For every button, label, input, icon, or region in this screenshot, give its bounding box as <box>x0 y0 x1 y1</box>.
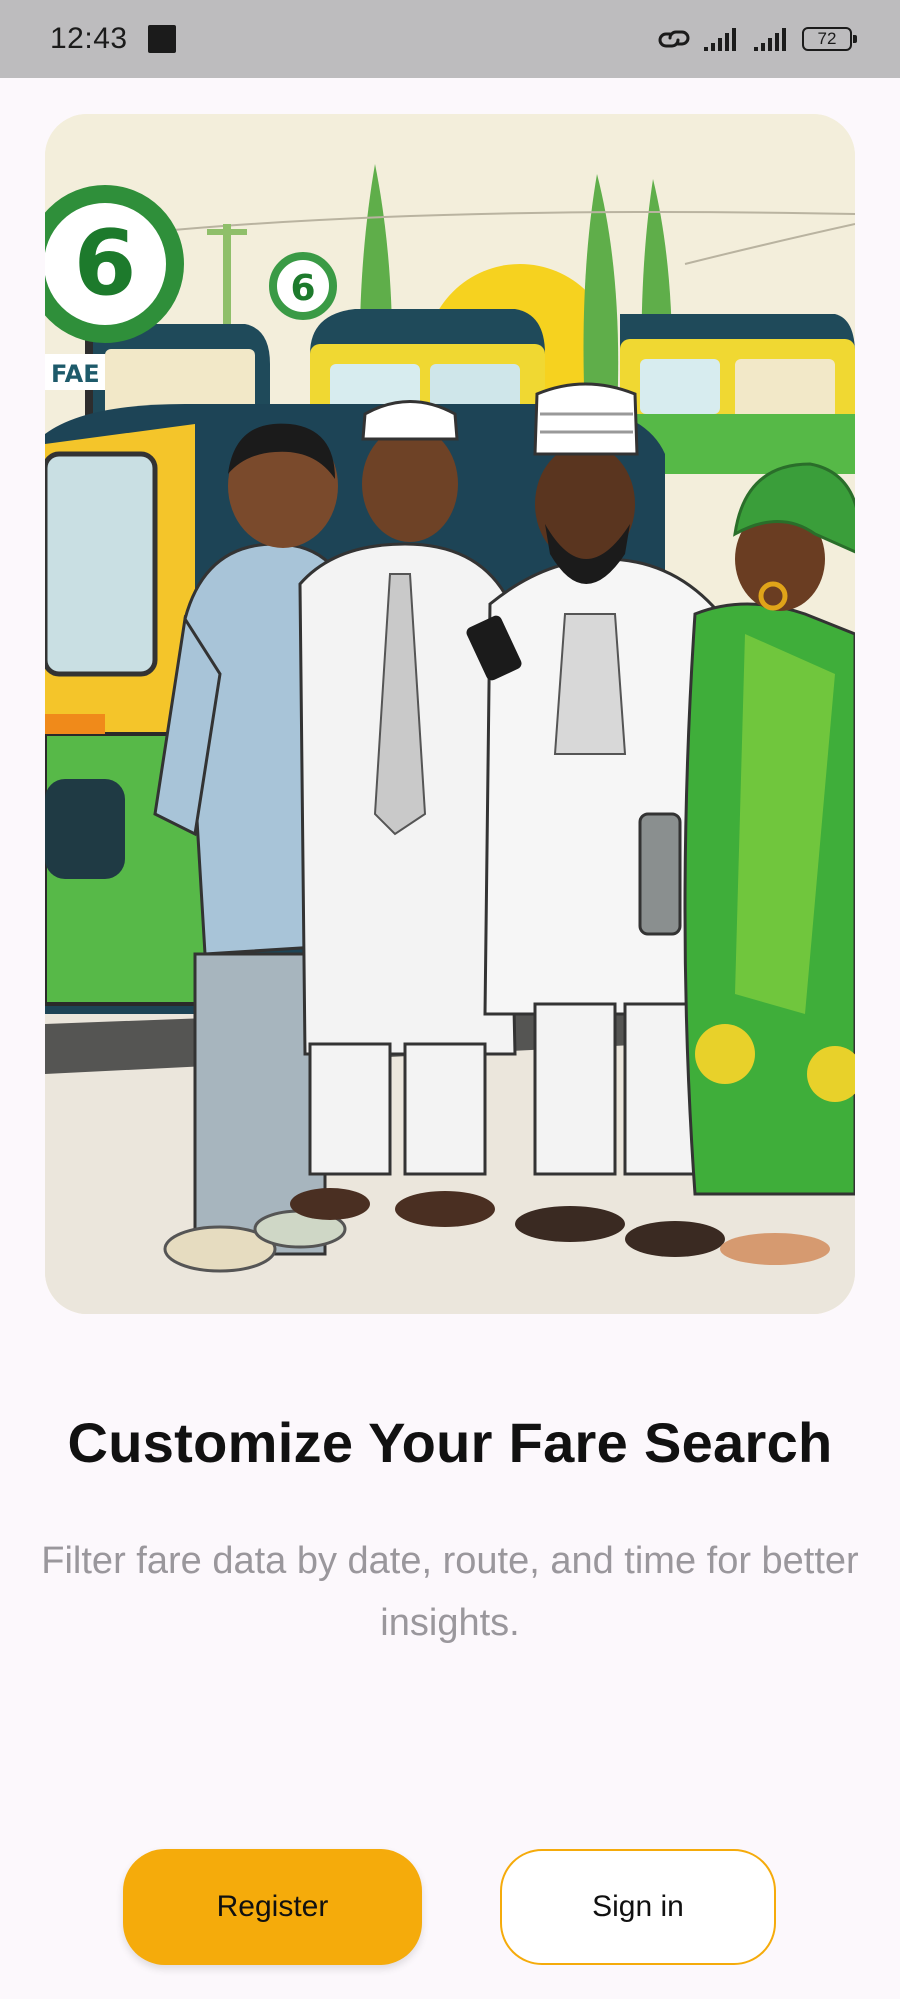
sign-in-button[interactable]: Sign in <box>500 1849 776 1965</box>
route-sign-number: 6 <box>74 211 137 316</box>
battery-level: 72 <box>817 29 837 48</box>
status-time: 12:43 <box>50 22 128 55</box>
notification-icon <box>147 25 176 53</box>
signal-icon <box>754 28 786 51</box>
signal-icon <box>704 28 736 51</box>
route-sign-text: FAE <box>51 360 100 388</box>
page-subtitle: Filter fare data by date, route, and tim… <box>41 1540 859 1644</box>
illustration-scene: 6 FAE 6 <box>45 114 855 1314</box>
battery-icon: 72 <box>802 27 857 51</box>
status-icons: 72 <box>656 24 857 54</box>
hero-illustration: 6 FAE 6 <box>45 114 855 1314</box>
status-bar: 12:43 72 <box>0 0 900 78</box>
svg-text:6: 6 <box>290 268 315 309</box>
link-icon <box>658 30 690 48</box>
register-button[interactable]: Register <box>123 1849 422 1965</box>
page-title: Customize Your Fare Search <box>67 1411 833 1474</box>
